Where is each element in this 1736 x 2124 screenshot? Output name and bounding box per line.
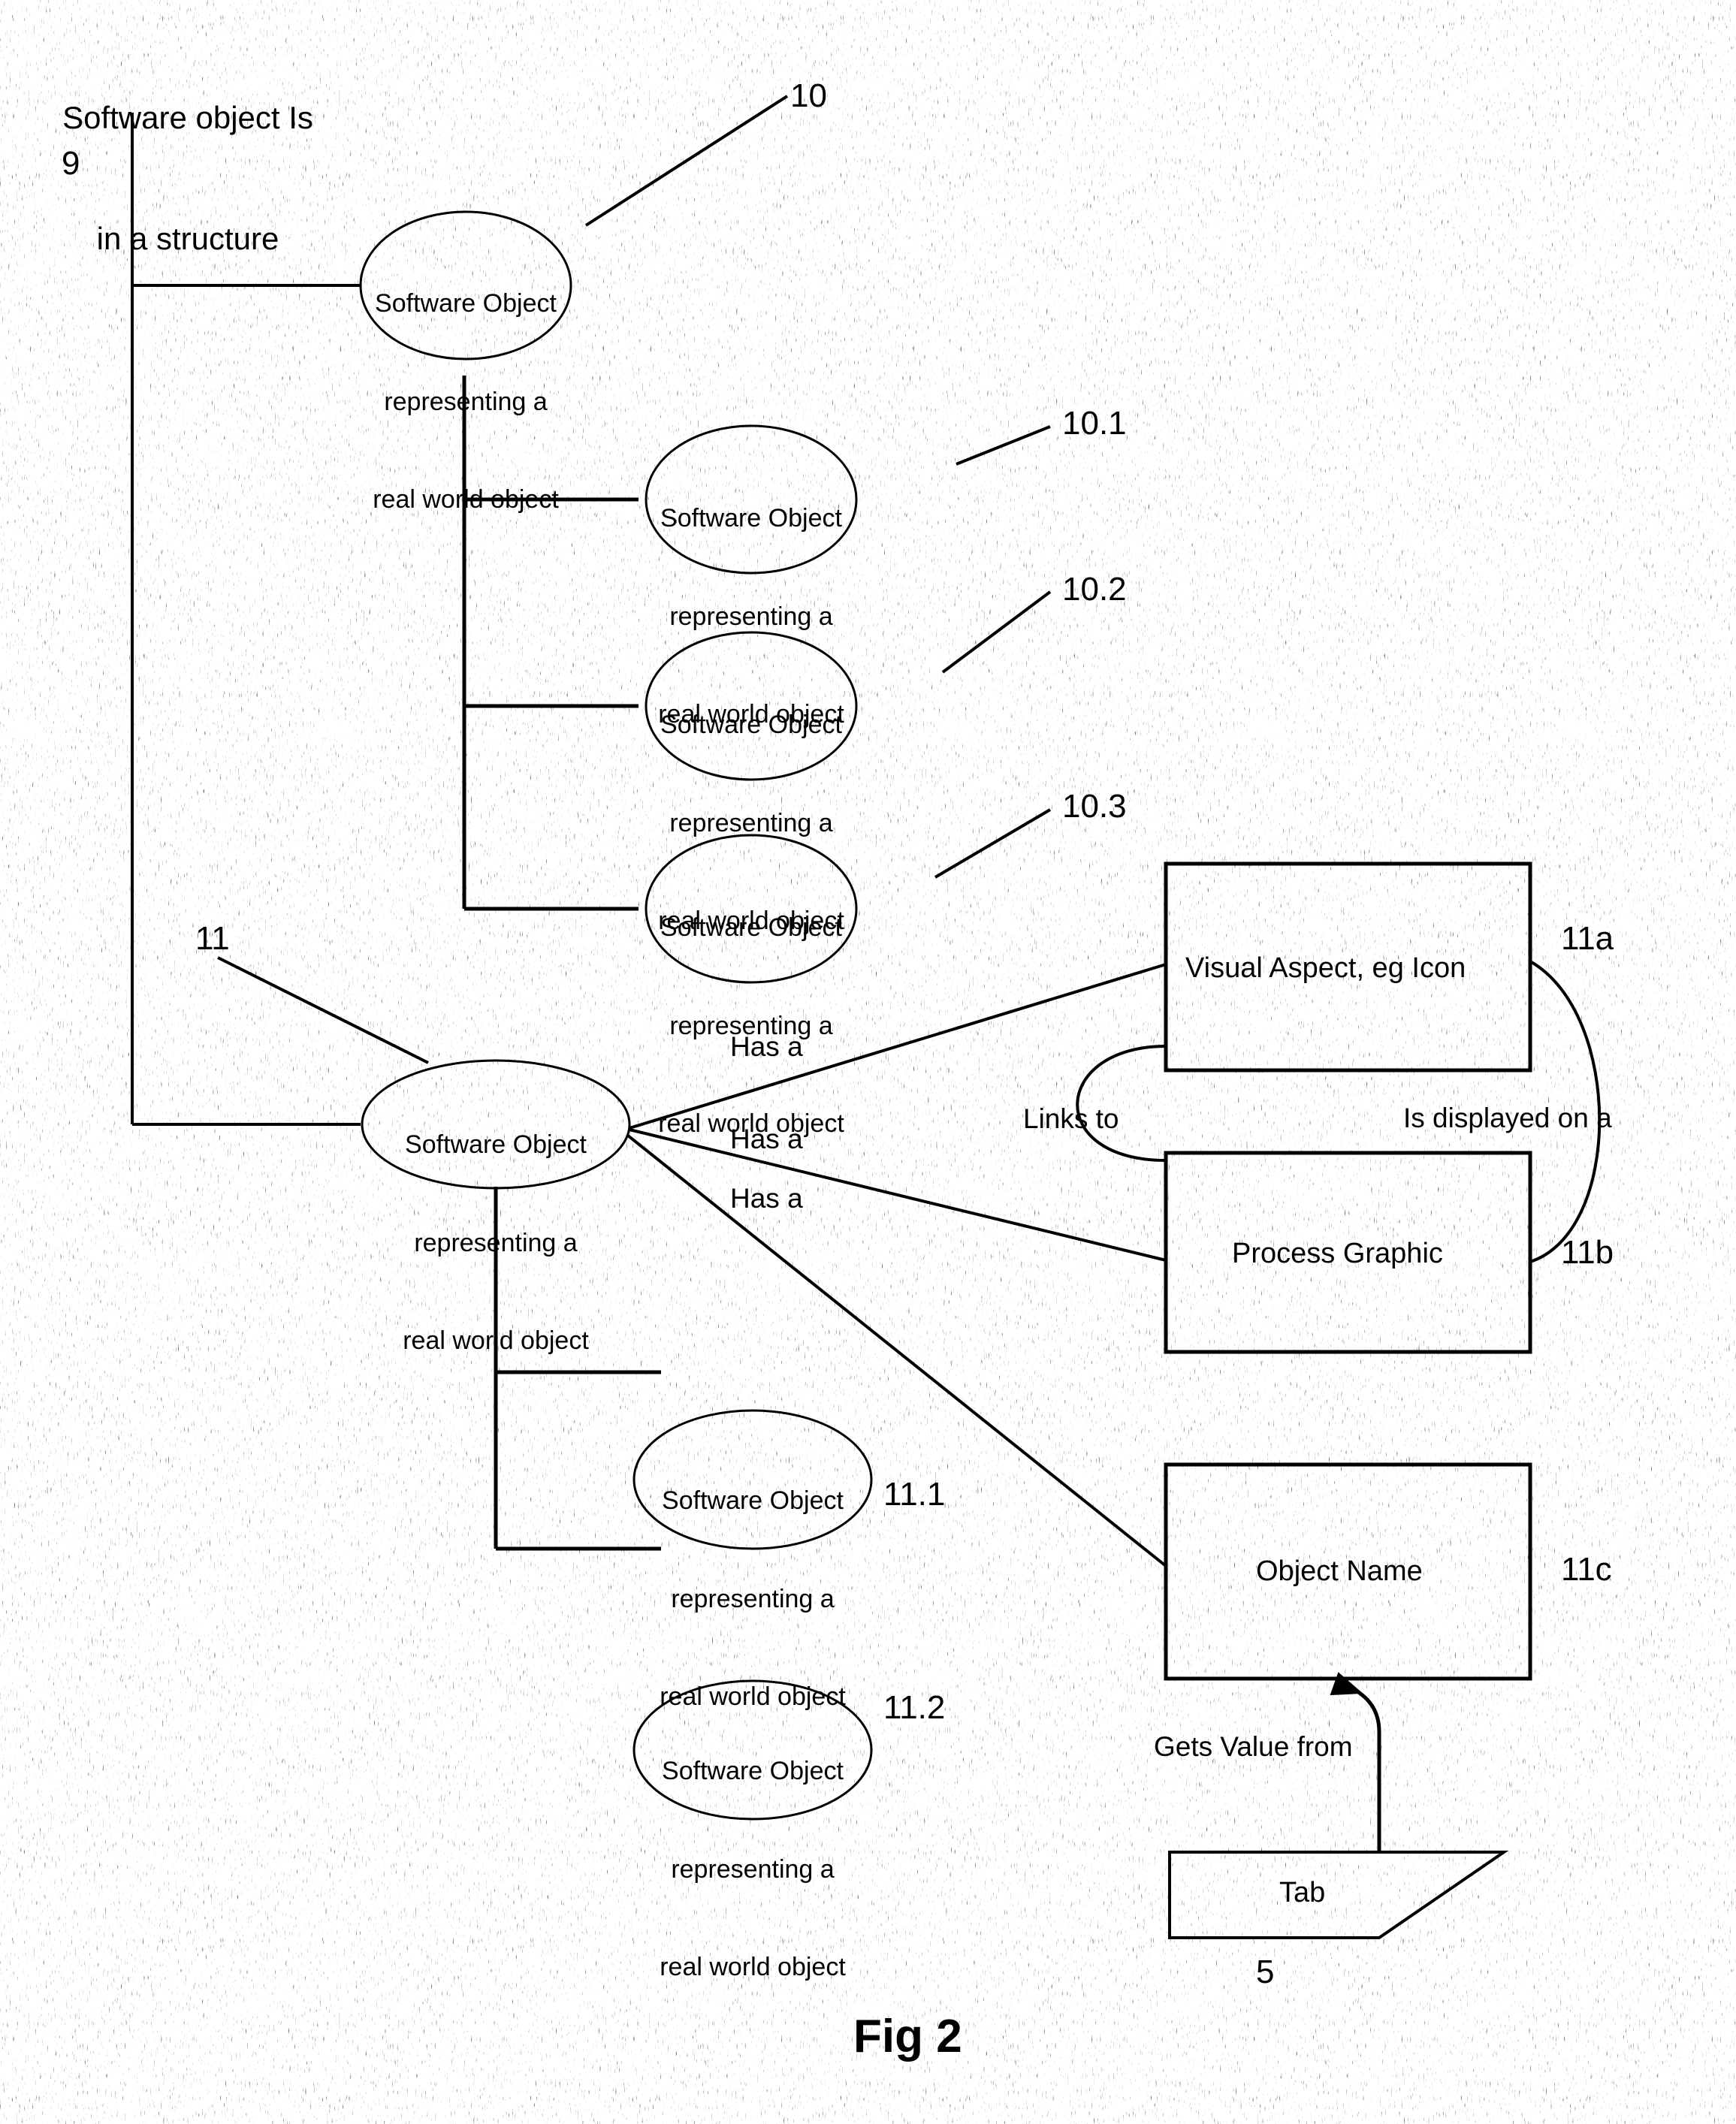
edge-label-links-to: Links to [1023,1103,1119,1134]
node-label-root-11: Software Object representing a real worl… [383,1064,608,1423]
node-line-2: representing a [671,1584,835,1613]
box-label-object-name: Object Name [1256,1555,1423,1587]
ref-label-11c: 11c [1561,1551,1612,1588]
node-line-2: representing a [384,387,548,416]
node-line-2: representing a [671,1854,835,1884]
leader-10-3 [934,808,1052,879]
edge-label-has-a-3: Has a [730,1183,803,1214]
leader-10-1 [956,425,1051,466]
leader-11 [217,956,429,1064]
node-line-1: Software Object [662,1757,844,1786]
node-line-3: real world object [373,485,559,514]
edge-label-is-displayed-on-a: Is displayed on a [1403,1103,1612,1133]
node-line-1: Software Object [660,913,842,943]
ref-label-11-1: 11.1 [883,1476,946,1513]
node-line-1: Software Object [660,504,842,533]
ref-label-10: 10 [790,77,827,114]
node-line-2: representing a [669,602,833,631]
figure-title-line2: in a structure [96,220,279,256]
ref-label-9: 9 [62,145,80,182]
box-label-tab: Tab [1279,1877,1326,1908]
figure-page: Software object Is in a structure 9 Soft… [0,0,1736,2124]
box-label-visual-aspect: Visual Aspect, eg Icon [1185,952,1466,984]
edge-label-gets-value-from: Gets Value from [1154,1731,1353,1762]
ref-label-10-3: 10.3 [1062,788,1127,825]
ref-label-10-2: 10.2 [1062,571,1127,608]
edge-label-has-a-1: Has a [730,1031,803,1062]
shape-tab [1168,1851,1509,1939]
ref-label-11-2: 11.2 [883,1689,946,1726]
node-line-1: Software Object [375,289,557,318]
node-line-3: real world object [403,1326,589,1356]
ref-label-11b: 11b [1561,1234,1614,1271]
ref-label-11: 11 [195,920,230,957]
node-label-11-2: Software Object representing a real worl… [640,1690,865,2050]
ref-label-5: 5 [1256,1954,1275,1990]
node-line-1: Software Object [662,1486,844,1516]
node-line-1: Software Object [405,1130,587,1160]
node-line-2: representing a [414,1228,578,1257]
figure-caption: Fig 2 [853,2011,962,2062]
box-label-process-graphic: Process Graphic [1232,1238,1443,1269]
node-line-2: representing a [669,808,833,837]
ref-label-10-1: 10.1 [1062,405,1127,442]
ref-label-11a: 11a [1561,920,1614,957]
leader-10 [584,95,789,227]
node-line-1: Software Object [660,711,842,740]
figure-title-line1: Software object Is [62,99,313,135]
edge-label-has-a-2: Has a [730,1124,803,1154]
node-label-root-10: Software Object representing a real worl… [353,222,578,582]
leader-10-2 [941,590,1052,674]
node-line-3: real world object [660,1953,846,1982]
